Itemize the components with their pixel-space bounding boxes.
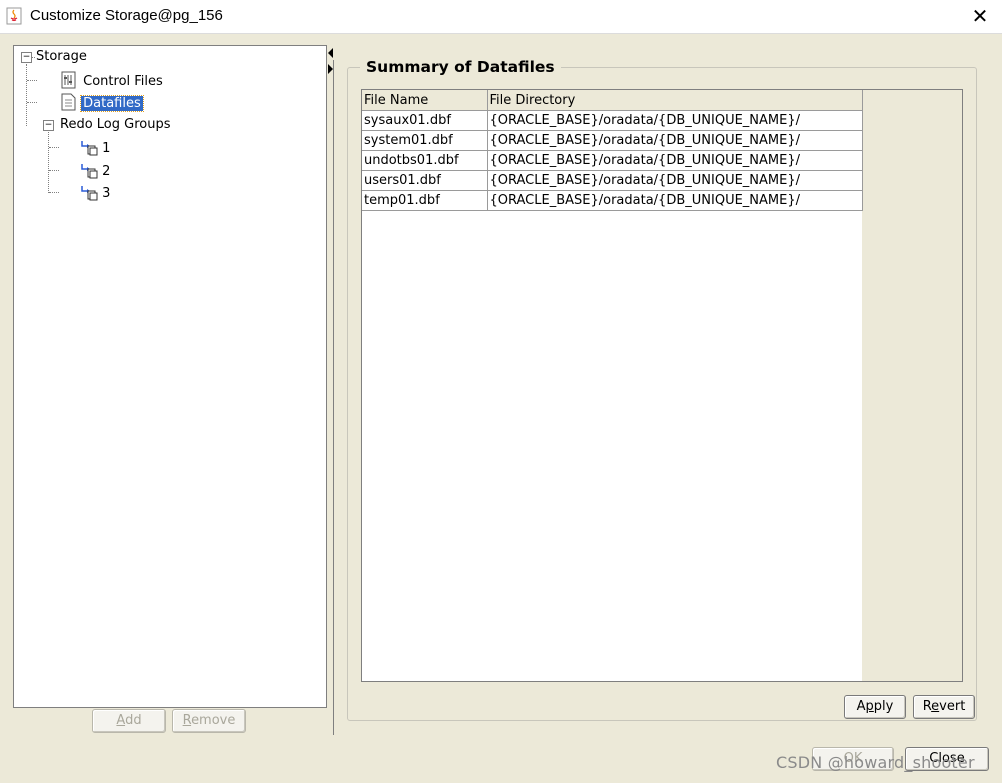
cell-file-directory[interactable]: {ORACLE_BASE}/oradata/{DB_UNIQUE_NAME}/ xyxy=(486,130,863,151)
cell-file-name[interactable]: system01.dbf xyxy=(362,130,488,151)
cell-file-name[interactable]: users01.dbf xyxy=(362,170,488,191)
splitter-divider[interactable] xyxy=(333,60,334,735)
cell-file-directory[interactable]: {ORACLE_BASE}/oradata/{DB_UNIQUE_NAME}/ xyxy=(486,190,863,211)
revert-button[interactable]: Revert xyxy=(913,695,975,719)
tree-connector xyxy=(48,130,49,193)
datafiles-table: File Name File Directory sysaux01.dbf {O… xyxy=(362,90,863,211)
title-bar: Customize Storage@pg_156 ✕ xyxy=(0,0,1002,34)
table-row[interactable]: users01.dbf {ORACLE_BASE}/oradata/{DB_UN… xyxy=(362,170,863,191)
watermark: CSDN @howard_shooter xyxy=(776,753,975,772)
cell-file-name[interactable]: sysaux01.dbf xyxy=(362,110,488,131)
tree-connector xyxy=(27,80,37,81)
table-header-row: File Name File Directory xyxy=(362,90,863,111)
panel-title: Summary of Datafiles xyxy=(360,58,561,76)
redo-log-group-icon xyxy=(81,141,98,156)
tree-connector xyxy=(49,147,59,148)
tree-node-control-files[interactable]: Control Files xyxy=(61,71,165,89)
redo-group-label: 3 xyxy=(102,186,111,201)
remove-button[interactable]: Remove xyxy=(172,709,246,733)
cell-file-name[interactable]: temp01.dbf xyxy=(362,190,488,211)
tree-connector xyxy=(49,192,59,193)
table-row[interactable]: temp01.dbf {ORACLE_BASE}/oradata/{DB_UNI… xyxy=(362,190,863,211)
tree-node-redo-group[interactable]: 2 xyxy=(80,161,110,179)
tree-node-redo-group[interactable]: 1 xyxy=(80,138,110,156)
redo-group-label: 1 xyxy=(102,141,111,156)
close-window-icon[interactable]: ✕ xyxy=(966,4,994,28)
collapse-redo-icon[interactable]: − xyxy=(43,120,54,131)
add-button[interactable]: Add xyxy=(92,709,166,733)
cell-file-directory[interactable]: {ORACLE_BASE}/oradata/{DB_UNIQUE_NAME}/ xyxy=(486,170,863,191)
cell-file-directory[interactable]: {ORACLE_BASE}/oradata/{DB_UNIQUE_NAME}/ xyxy=(486,150,863,171)
tree-node-redo-log-groups[interactable]: Redo Log Groups xyxy=(58,116,173,134)
table-row[interactable]: sysaux01.dbf {ORACLE_BASE}/oradata/{DB_U… xyxy=(362,110,863,131)
tree-connector xyxy=(26,64,27,126)
storage-tree: − Storage Control Files Datafiles − Redo… xyxy=(13,45,327,708)
table-row[interactable]: system01.dbf {ORACLE_BASE}/oradata/{DB_U… xyxy=(362,130,863,151)
redo-log-group-icon xyxy=(81,164,98,179)
column-header-file-directory[interactable]: File Directory xyxy=(486,90,863,111)
tree-node-datafiles[interactable]: Datafiles xyxy=(61,93,144,112)
datafile-icon xyxy=(61,93,76,111)
control-files-icon xyxy=(61,71,76,89)
tree-connector xyxy=(27,102,37,103)
tree-node-redo-group[interactable]: 3 xyxy=(80,183,110,201)
tree-node-label: Redo Log Groups xyxy=(60,117,171,132)
java-app-icon xyxy=(6,7,22,25)
cell-file-name[interactable]: undotbs01.dbf xyxy=(362,150,488,171)
tree-connector xyxy=(49,170,59,171)
column-header-file-name[interactable]: File Name xyxy=(362,90,488,111)
redo-log-group-icon xyxy=(81,186,98,201)
redo-group-label: 2 xyxy=(102,164,111,179)
tree-node-label: Control Files xyxy=(83,74,163,89)
cell-file-directory[interactable]: {ORACLE_BASE}/oradata/{DB_UNIQUE_NAME}/ xyxy=(486,110,863,131)
tree-node-label: Datafiles xyxy=(80,95,144,112)
apply-button[interactable]: Apply xyxy=(844,695,906,719)
datafiles-table-frame: File Name File Directory sysaux01.dbf {O… xyxy=(361,89,963,682)
table-row[interactable]: undotbs01.dbf {ORACLE_BASE}/oradata/{DB_… xyxy=(362,150,863,171)
window-title: Customize Storage@pg_156 xyxy=(30,7,223,24)
tree-node-storage[interactable]: Storage xyxy=(31,48,89,66)
tree-node-label: Storage xyxy=(36,49,87,64)
